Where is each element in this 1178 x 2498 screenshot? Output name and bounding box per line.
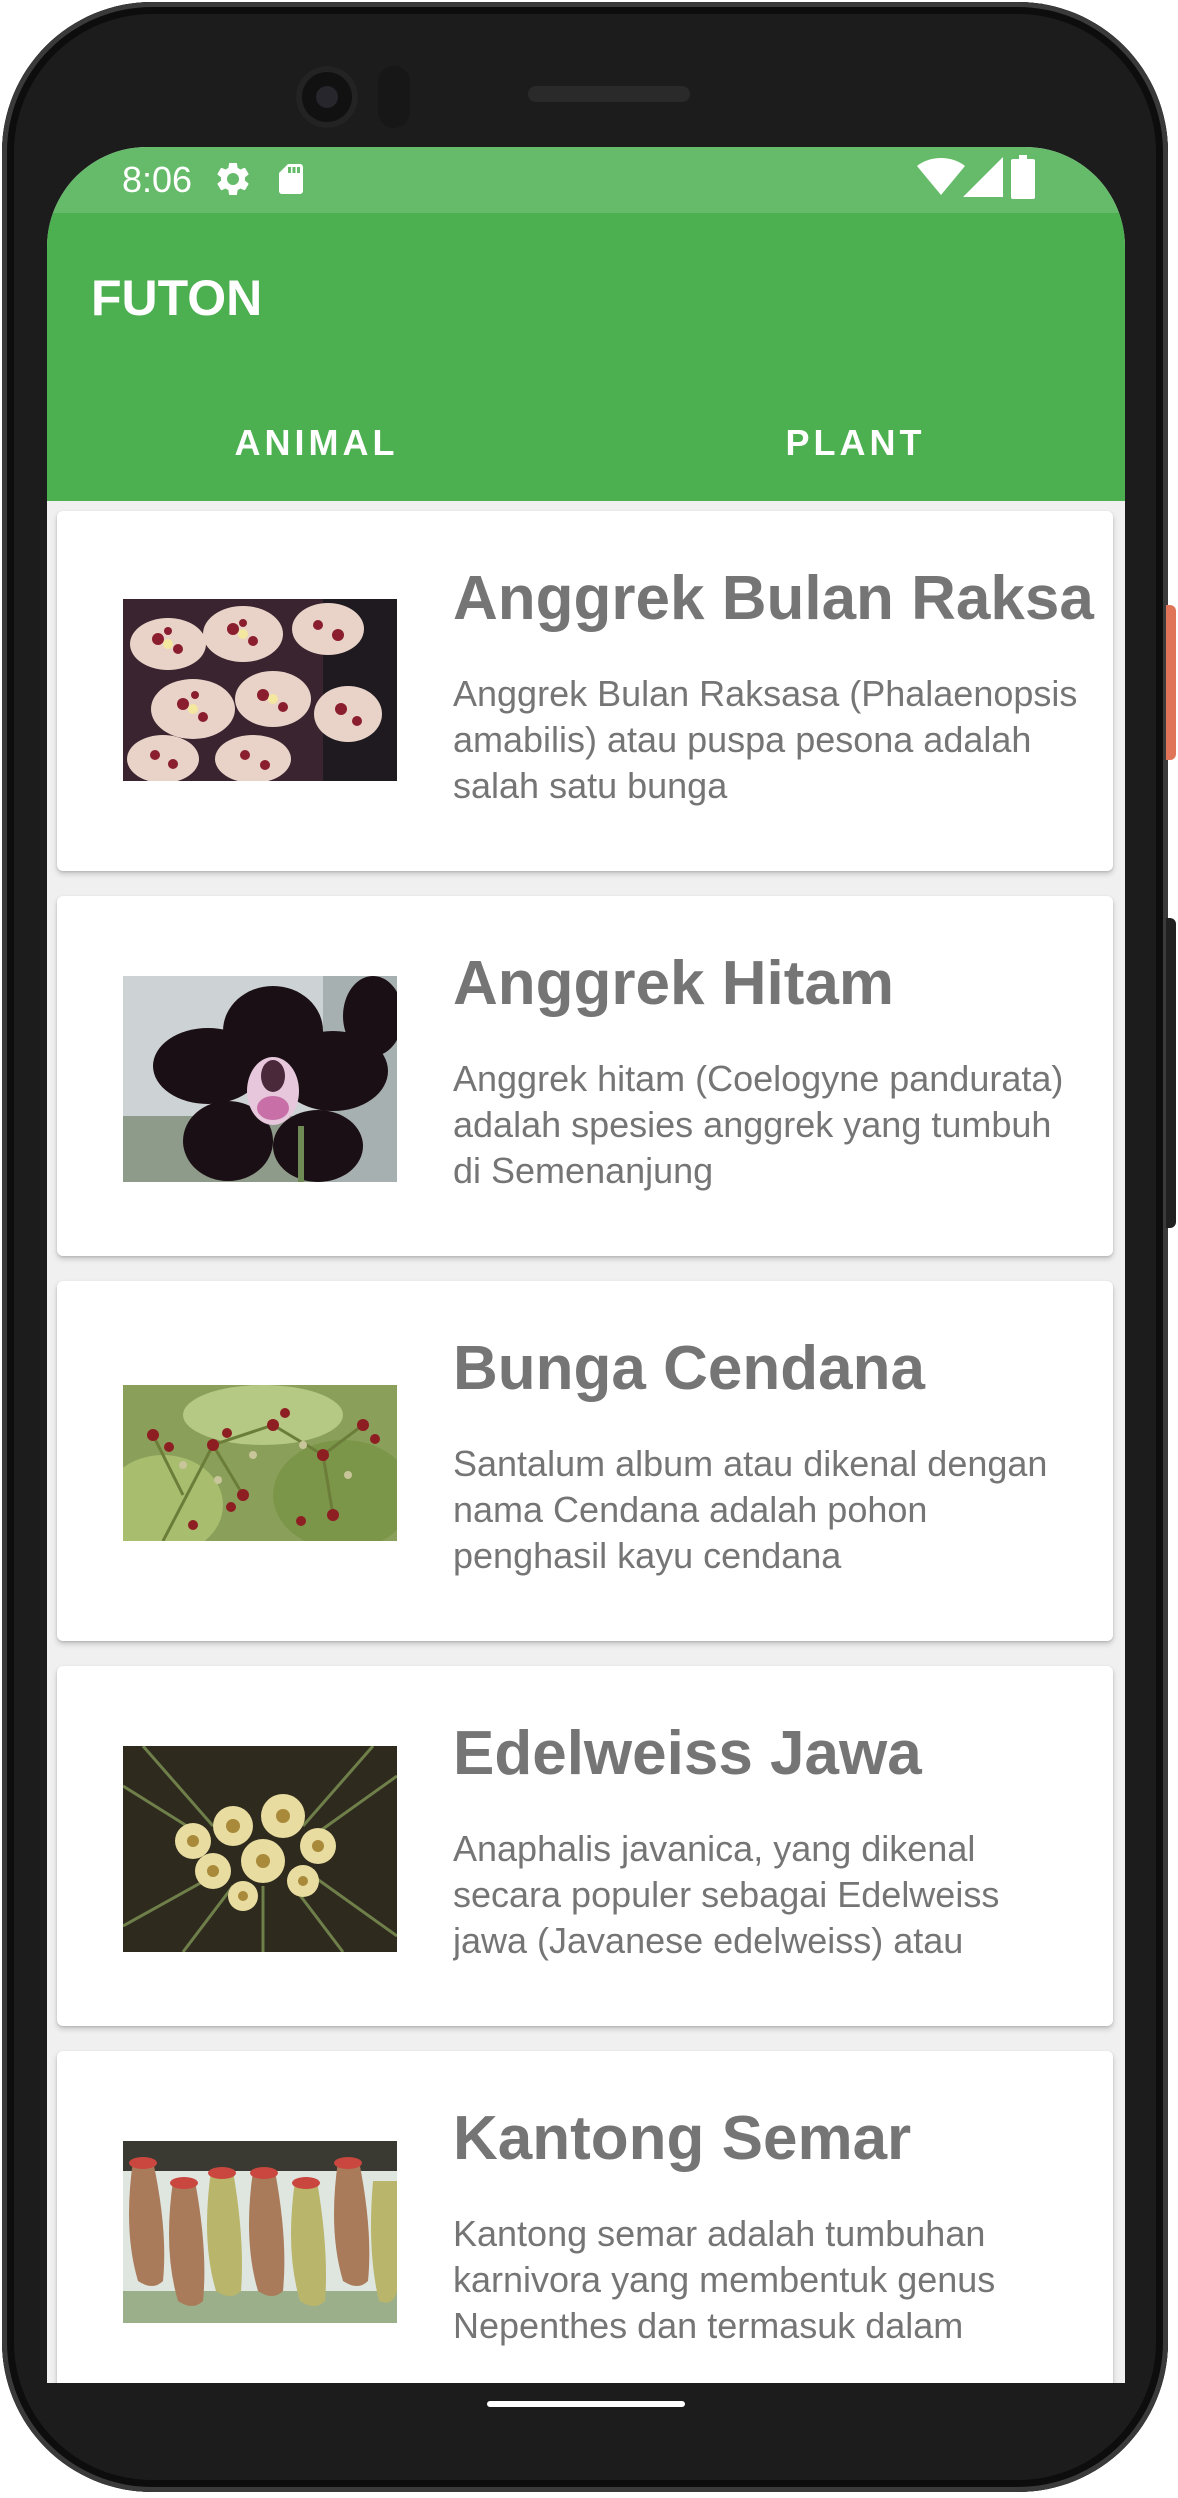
tab-plant-label: PLANT — [785, 422, 926, 463]
list-item[interactable]: Kantong Semar Kantong semar adalah tumbu… — [57, 2051, 1113, 2383]
cell-signal-icon — [963, 157, 1003, 202]
item-title: Kantong Semar — [453, 2104, 912, 2173]
list-item[interactable]: Anggrek Bulan Raksa Anggrek Bulan Raksas… — [57, 511, 1113, 871]
tab-animal[interactable]: ANIMAL — [47, 385, 586, 501]
status-time: 8:06 — [122, 159, 193, 200]
gear-icon — [213, 159, 253, 204]
power-button — [1166, 605, 1176, 760]
pitcher-plant-photo — [123, 2141, 397, 2323]
home-gesture-handle[interactable] — [487, 2401, 685, 2407]
proximity-sensor — [378, 66, 410, 128]
gesture-nav-bar — [47, 2383, 1125, 2443]
front-camera — [296, 66, 358, 128]
screen: 8:06 FUTON ANIMAL PLANT Anggrek Bulan Ra… — [47, 147, 1125, 2383]
black-orchid-photo — [123, 976, 397, 1182]
item-title: Bunga Cendana — [453, 1334, 925, 1403]
item-description: Santalum album atau dikenal dengan nama … — [453, 1443, 1048, 1576]
item-description: Anggrek Bulan Raksasa (Phalaenopsis amab… — [453, 673, 1078, 806]
tab-plant[interactable]: PLANT — [586, 385, 1125, 501]
spotted-orchid-photo — [123, 599, 397, 781]
volume-button — [1166, 918, 1176, 1228]
battery-icon — [1011, 155, 1035, 204]
wifi-icon — [917, 157, 965, 202]
item-description: Anaphalis javanica, yang dikenal secara … — [453, 1828, 1000, 1961]
status-bar: 8:06 — [47, 147, 1125, 213]
list-item[interactable]: Edelweiss Jawa Anaphalis javanica, yang … — [57, 1666, 1113, 2026]
list-item[interactable]: Bunga Cendana Santalum album atau dikena… — [57, 1281, 1113, 1641]
sd-card-icon — [273, 159, 309, 204]
app-bar: FUTON ANIMAL PLANT — [47, 213, 1125, 501]
item-title: Anggrek Bulan Raksa — [453, 564, 1094, 633]
earpiece-speaker — [528, 86, 690, 102]
item-description: Kantong semar adalah tumbuhan karnivora … — [453, 2213, 996, 2346]
item-description: Anggrek hitam (Coelogyne pandurata) adal… — [453, 1058, 1064, 1191]
tab-animal-label: ANIMAL — [234, 422, 399, 463]
sandalwood-flower-photo — [123, 1385, 397, 1541]
item-title: Edelweiss Jawa — [453, 1719, 922, 1788]
edelweiss-photo — [123, 1746, 397, 1952]
app-title: FUTON — [91, 270, 263, 326]
item-title: Anggrek Hitam — [453, 949, 894, 1018]
list-item[interactable]: Anggrek Hitam Anggrek hitam (Coelogyne p… — [57, 896, 1113, 1256]
